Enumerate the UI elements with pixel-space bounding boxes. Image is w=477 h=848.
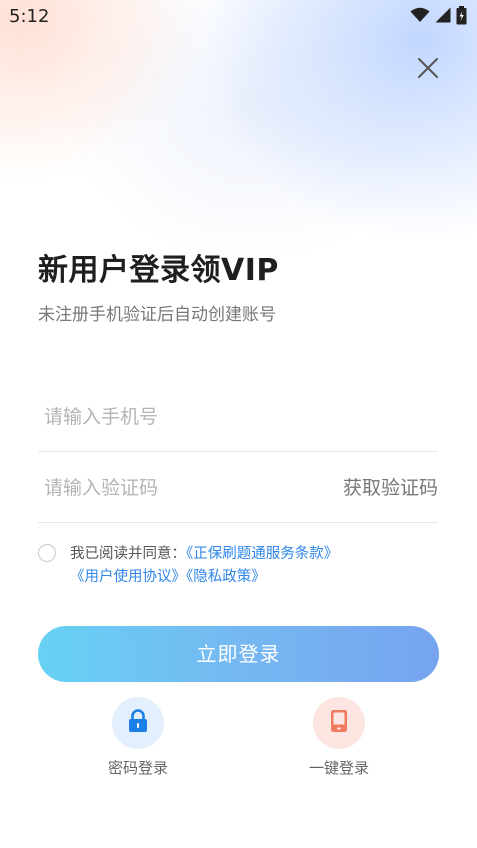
status-time: 5:12	[9, 6, 50, 27]
one-key-login-icon-circle	[313, 697, 365, 749]
one-key-login-label: 一键登录	[308, 759, 369, 777]
password-login-label: 密码登录	[107, 759, 168, 777]
terms-link[interactable]: 《正保刷题通服务条款》	[186, 546, 338, 562]
login-button[interactable]: 立即登录	[38, 626, 439, 682]
get-code-button[interactable]: 获取验证码	[343, 454, 438, 522]
privacy-link[interactable]: 《隐私政策》	[186, 569, 266, 585]
page-title: 新用户登录领VIP	[38, 253, 279, 288]
page-subtitle: 未注册手机验证后自动创建账号	[38, 305, 276, 325]
phone-icon	[330, 709, 348, 737]
code-input[interactable]	[38, 454, 334, 522]
phone-input[interactable]	[38, 383, 334, 451]
agreement-text: 我已阅读并同意：《正保刷题通服务条款》《用户使用协议》《隐私政策》	[70, 543, 445, 589]
close-icon[interactable]	[414, 54, 442, 82]
wifi-icon	[410, 7, 430, 27]
battery-icon	[456, 5, 467, 29]
signal-icon	[435, 7, 451, 27]
one-key-login-option[interactable]: 一键登录	[284, 697, 394, 778]
password-login-icon-circle	[112, 697, 164, 749]
agreement-prefix: 我已阅读并同意：	[70, 546, 186, 562]
code-field: 获取验证码	[38, 454, 438, 523]
user-agreement-link[interactable]: 《用户使用协议》	[70, 569, 186, 585]
password-login-option[interactable]: 密码登录	[83, 697, 193, 778]
status-icons	[410, 5, 467, 29]
phone-field	[38, 383, 438, 452]
lock-icon	[127, 709, 149, 737]
status-bar: 5:12	[0, 0, 477, 34]
agreement-checkbox[interactable]	[38, 544, 56, 562]
